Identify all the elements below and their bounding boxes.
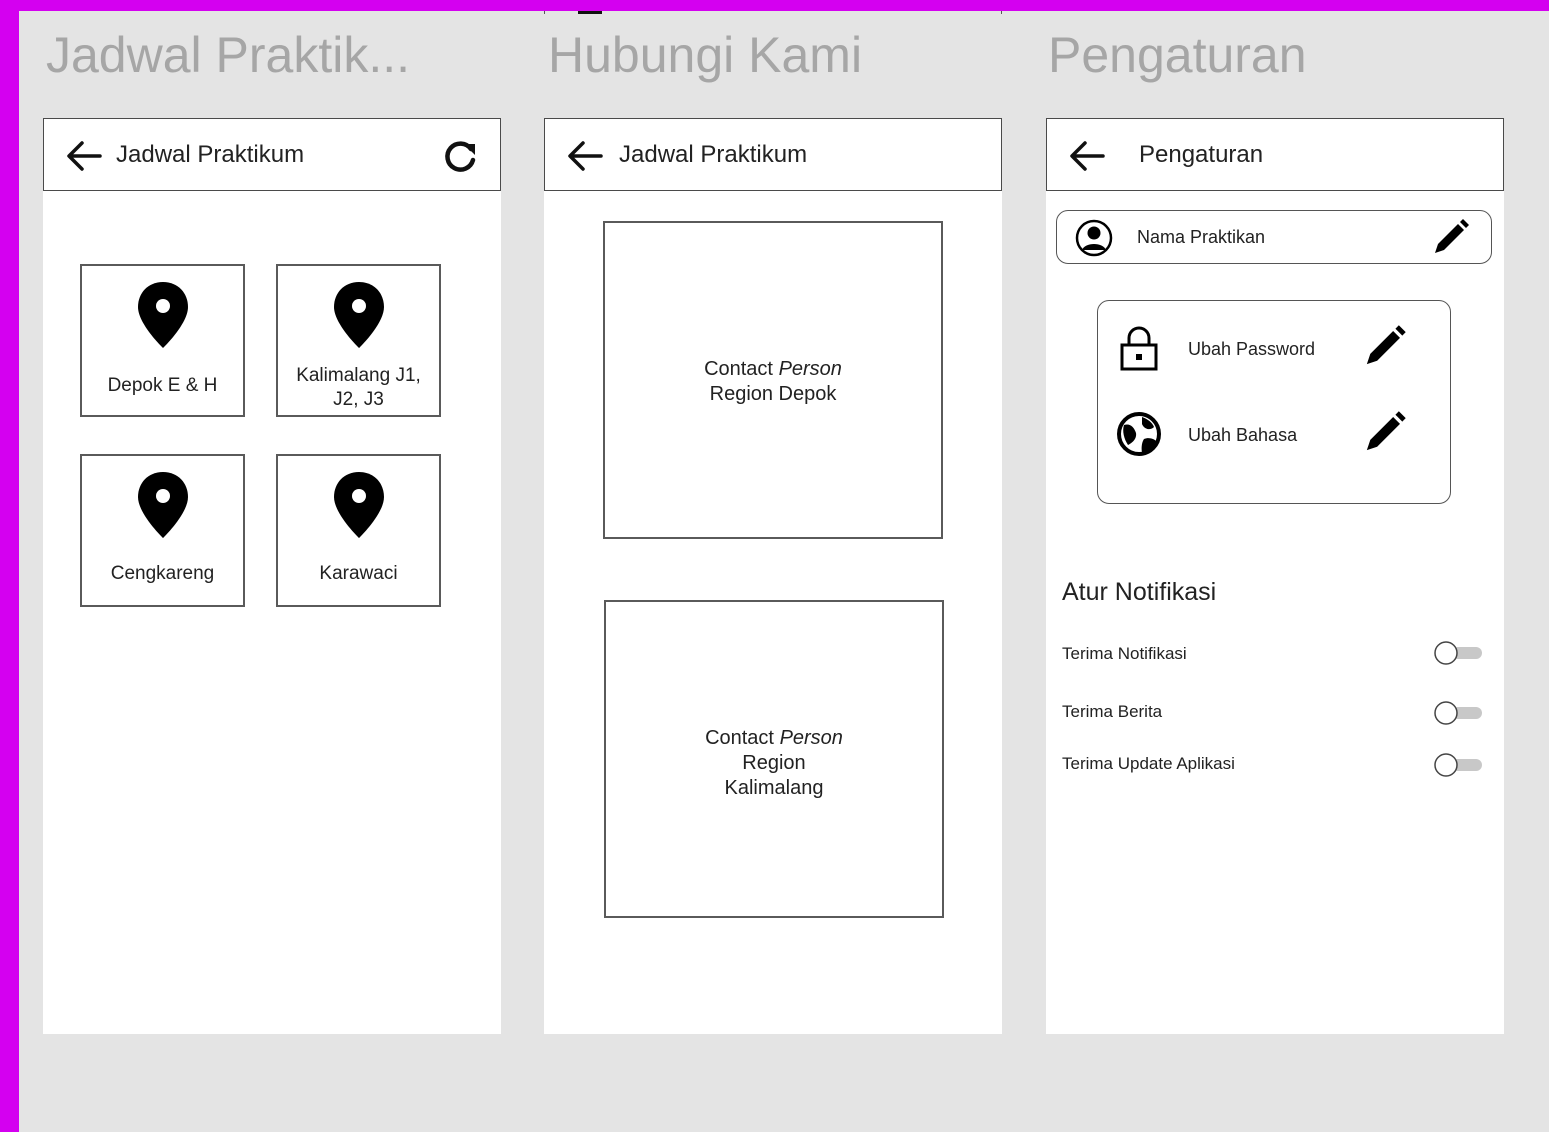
canvas-top-border (0, 0, 1549, 11)
contact-region: Region (742, 752, 806, 774)
profile-name-row[interactable]: Nama Praktikan (1056, 210, 1492, 264)
frame-hubungi-kami: Jadwal Praktikum Contact Person Region D… (544, 118, 1002, 1034)
map-pin-icon (138, 282, 188, 348)
app-header: Jadwal Praktikum (43, 118, 501, 191)
location-label: Cengkareng (110, 563, 215, 584)
back-arrow-icon[interactable] (1067, 138, 1107, 174)
news-toggle[interactable] (1432, 700, 1486, 726)
header-title: Jadwal Praktikum (116, 141, 305, 168)
frame-title-hubungi: Hubungi Kami (548, 27, 863, 83)
map-pin-icon (334, 282, 384, 348)
contact-region: Region Depok (709, 383, 837, 405)
location-grid: Depok E & H Kalimalang J1, J2, J3 Cengka… (43, 191, 501, 641)
notification-label: Terima Notifikasi (1062, 644, 1187, 663)
contact-card-depok[interactable]: Contact Person Region Depok (603, 221, 943, 539)
frame-title-pengaturan: Pengaturan (1048, 27, 1307, 83)
edit-pencil-icon[interactable] (1429, 217, 1471, 259)
location-card-depok[interactable]: Depok E & H (80, 264, 245, 417)
location-label: Depok E & H (107, 375, 218, 396)
profile-name: Nama Praktikan (1137, 227, 1266, 247)
contact-text: Contact Person Region Depok (605, 357, 941, 407)
refresh-icon[interactable] (440, 136, 480, 176)
change-language-label[interactable]: Ubah Bahasa (1188, 425, 1297, 446)
frame-divider (1001, 11, 1002, 14)
frame-divider (544, 11, 545, 14)
globe-icon (1117, 412, 1161, 456)
notification-toggle[interactable] (1432, 640, 1486, 666)
location-card-karawaci[interactable]: Karawaci (276, 454, 441, 607)
frame-title-jadwal: Jadwal Praktik... (46, 27, 411, 83)
contact-word-italic: Person (779, 727, 843, 749)
change-password-label[interactable]: Ubah Password (1188, 339, 1315, 360)
user-avatar-icon (1075, 219, 1113, 257)
contact-region-name: Kalimalang (724, 777, 824, 799)
app-update-toggle[interactable] (1432, 752, 1486, 778)
app-header: Pengaturan (1046, 118, 1504, 191)
map-pin-icon (334, 472, 384, 538)
contact-card-kalimalang[interactable]: Contact Person Region Kalimalang (604, 600, 944, 918)
app-update-label: Terima Update Aplikasi (1062, 754, 1235, 773)
contact-word-italic: Person (778, 358, 842, 380)
frame-jadwal-praktikum: Jadwal Praktikum Depok E & H Kalimalang … (43, 118, 501, 1034)
map-pin-icon (138, 472, 188, 538)
edit-pencil-icon[interactable] (1360, 323, 1408, 371)
app-header: Jadwal Praktikum (544, 118, 1002, 191)
contact-word: Contact (705, 727, 774, 749)
frame-marker (578, 11, 602, 14)
location-card-cengkareng[interactable]: Cengkareng (80, 454, 245, 607)
news-label: Terima Berita (1062, 702, 1163, 721)
location-card-kalimalang[interactable]: Kalimalang J1, J2, J3 (276, 264, 441, 417)
header-title: Pengaturan (1139, 141, 1264, 168)
location-label: Kalimalang J1, J2, J3 (296, 365, 421, 410)
edit-pencil-icon[interactable] (1360, 409, 1408, 457)
contact-text: Contact Person Region Kalimalang (606, 726, 942, 801)
notification-heading: Atur Notifikasi (1062, 578, 1217, 606)
header-title: Jadwal Praktikum (619, 141, 808, 168)
contact-word: Contact (704, 358, 773, 380)
back-arrow-icon[interactable] (565, 138, 605, 174)
back-arrow-icon[interactable] (64, 138, 104, 174)
canvas-left-border (0, 0, 19, 1132)
lock-icon (1120, 326, 1158, 371)
location-label: Karawaci (319, 563, 398, 584)
account-options-box: Ubah Password Ubah Bahasa (1097, 300, 1451, 504)
frame-pengaturan: Pengaturan Nama Praktikan Ubah Password (1046, 118, 1504, 1034)
